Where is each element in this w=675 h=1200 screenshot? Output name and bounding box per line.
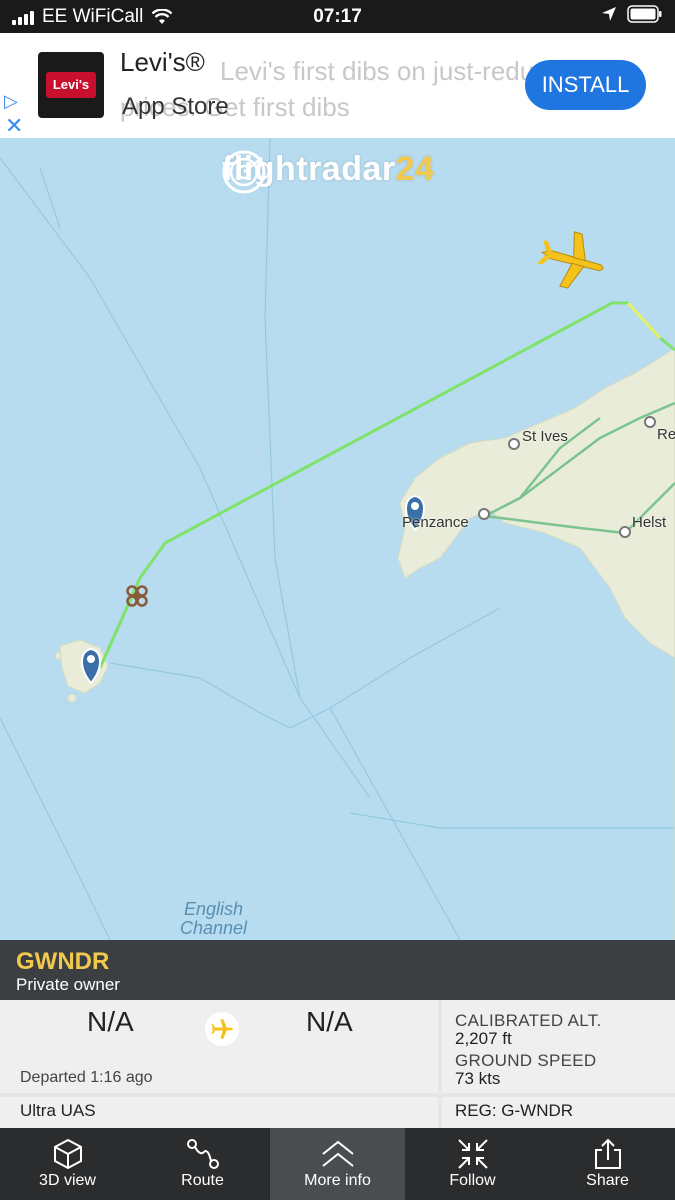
route-box: N/A N/A Departed 1:16 ago — [0, 1000, 438, 1093]
cube-icon — [53, 1138, 82, 1170]
departed-label: Departed 1:16 ago — [20, 1069, 153, 1086]
speed-label: GROUND SPEED — [455, 1051, 597, 1070]
plane-badge-icon — [205, 1012, 239, 1046]
altitude-value: 2,207 ft — [455, 1029, 512, 1048]
bottom-nav: 3D view Route More info Follow Share — [0, 1128, 675, 1200]
altitude-speed-box: CALIBRATED ALT. 2,207 ft GROUND SPEED 73… — [442, 1000, 675, 1093]
altitude-label: CALIBRATED ALT. — [455, 1011, 602, 1030]
map-canvas[interactable] — [0, 138, 675, 940]
nav-share[interactable]: Share — [540, 1128, 675, 1200]
nav-route[interactable]: Route — [135, 1128, 270, 1200]
place-re: Re — [657, 426, 675, 443]
chevron-up-icon — [321, 1140, 354, 1167]
place-helst: Helst — [632, 514, 667, 531]
owner-label: Private owner — [16, 975, 120, 994]
radar-icon — [222, 150, 266, 194]
nav-more-info[interactable]: More info — [270, 1128, 405, 1200]
sea-label: English Channel — [180, 899, 248, 938]
flightradar-logo: flightradar24 — [222, 150, 434, 194]
share-icon — [594, 1138, 621, 1169]
status-bar: EE WiFiCall 07:17 — [0, 0, 675, 33]
ad-subtitle: App Store — [122, 93, 229, 120]
clock: 07:17 — [313, 6, 362, 27]
aircraft-type: Ultra UAS — [20, 1101, 96, 1120]
place-st-ives: St Ives — [522, 428, 568, 445]
location-icon — [602, 7, 616, 21]
origin-label: N/A — [87, 1006, 134, 1037]
place-penzance: Penzance — [402, 514, 469, 531]
install-button[interactable]: INSTALL — [525, 60, 646, 110]
nav-3d-view[interactable]: 3D view — [0, 1128, 135, 1200]
callsign: GWNDR — [16, 948, 110, 975]
route-icon — [186, 1139, 219, 1169]
levis-logo: Levi's — [38, 52, 104, 118]
flight-info-panel: N/A N/A Departed 1:16 ago CALIBRATED ALT… — [0, 1000, 675, 1128]
close-ad-icon[interactable]: ✕ — [5, 113, 23, 139]
battery-icon — [627, 5, 662, 23]
collapse-arrows-icon — [457, 1139, 488, 1169]
aircraft-type-box: Ultra UAS — [0, 1097, 438, 1128]
map-view[interactable]: flightradar24 St Ives Penzance Re Helst … — [0, 138, 675, 940]
speed-value: 73 kts — [455, 1069, 501, 1088]
destination-label: N/A — [306, 1006, 353, 1037]
nav-follow[interactable]: Follow — [405, 1128, 540, 1200]
ad-title: Levi's® — [120, 47, 205, 77]
flight-header[interactable]: GWNDR Private owner — [0, 940, 675, 1000]
adchoices-icon[interactable]: ▷ — [4, 91, 18, 112]
registration-box: REG: G-WNDR — [442, 1097, 675, 1128]
ad-banner[interactable]: Levi's Levi's first dibs on just-reduced… — [0, 33, 675, 138]
registration: REG: G-WNDR — [455, 1101, 574, 1120]
airplane-icon[interactable] — [533, 225, 610, 296]
